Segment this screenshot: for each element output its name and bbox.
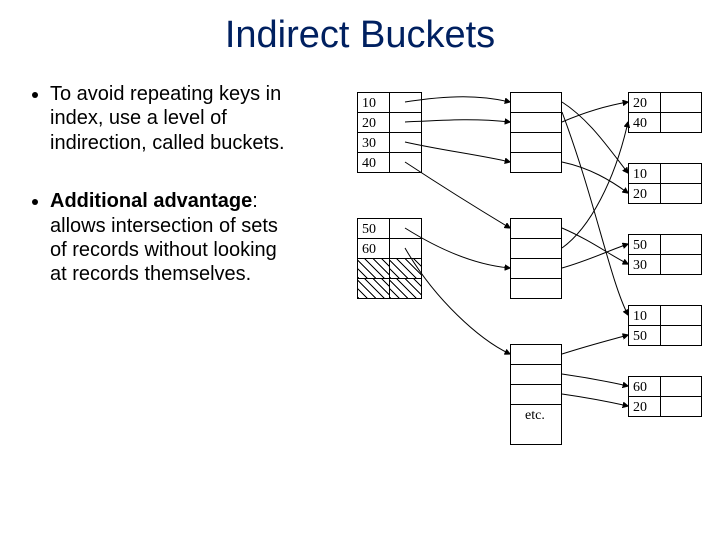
slide: Indirect Buckets To avoid repeating keys… (0, 0, 720, 540)
arrows-overlay (0, 0, 720, 540)
